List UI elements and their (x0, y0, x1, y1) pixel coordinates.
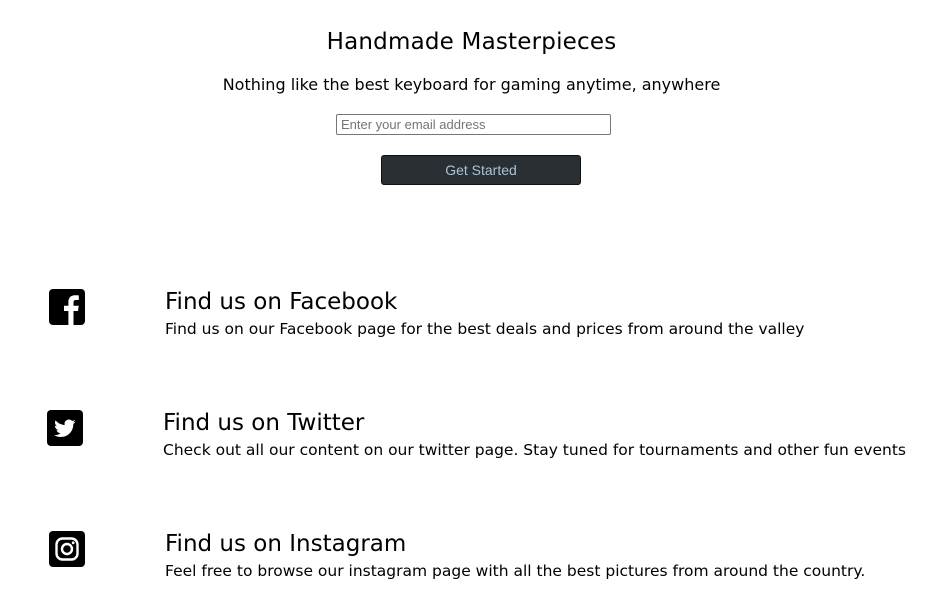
instagram-heading: Find us on Instagram (165, 531, 407, 557)
twitter-heading: Find us on Twitter (163, 410, 365, 436)
email-field[interactable] (336, 114, 611, 135)
social-item-instagram: Find us on Instagram Feel free to browse… (0, 527, 943, 587)
twitter-icon[interactable] (47, 410, 83, 446)
get-started-button[interactable]: Get Started (381, 155, 581, 185)
facebook-description: Find us on our Facebook page for the bes… (165, 320, 805, 338)
facebook-icon[interactable] (49, 289, 85, 325)
twitter-description: Check out all our content on our twitter… (163, 441, 906, 459)
instagram-description: Feel free to browse our instagram page w… (165, 562, 866, 580)
social-item-twitter: Find us on Twitter Check out all our con… (0, 406, 943, 466)
instagram-icon[interactable] (49, 531, 85, 567)
page-title: Handmade Masterpieces (326, 29, 617, 55)
facebook-heading: Find us on Facebook (165, 289, 398, 315)
social-item-facebook: Find us on Facebook Find us on our Faceb… (0, 285, 943, 345)
hero-subtitle: Nothing like the best keyboard for gamin… (222, 75, 721, 94)
